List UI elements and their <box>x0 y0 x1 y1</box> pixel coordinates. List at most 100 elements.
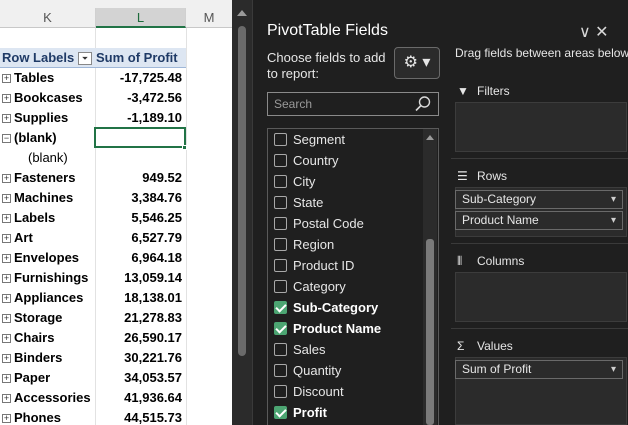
expand-icon[interactable]: + <box>2 314 11 323</box>
row-label[interactable]: + Storage <box>2 308 62 328</box>
table-row[interactable]: + Tables -17,725.48 <box>0 68 232 88</box>
profit-value[interactable]: 13,059.14 <box>96 268 182 288</box>
field-item[interactable]: Profit <box>268 402 438 423</box>
row-labels-header[interactable]: Row Labels <box>2 48 74 68</box>
profit-value[interactable]: 6,964.18 <box>96 248 182 268</box>
sum-of-profit-header[interactable]: Sum of Profit <box>96 48 178 68</box>
expand-icon[interactable]: + <box>2 214 11 223</box>
expand-icon[interactable]: + <box>2 234 11 243</box>
rows-chip-product-name[interactable]: Product Name ▾ <box>455 211 623 230</box>
scroll-thumb[interactable] <box>426 239 434 425</box>
profit-value[interactable]: -3,472.56 <box>96 88 182 108</box>
field-item[interactable]: Country <box>268 150 438 171</box>
chevron-down-icon[interactable]: ▾ <box>611 361 616 378</box>
scroll-up-arrow-icon[interactable] <box>426 135 434 140</box>
row-label[interactable]: + Chairs <box>2 328 54 348</box>
column-header-l[interactable]: L <box>96 8 186 28</box>
expand-icon[interactable]: + <box>2 374 11 383</box>
filters-drop-zone[interactable] <box>455 102 627 152</box>
expand-icon[interactable]: + <box>2 274 11 283</box>
expand-icon[interactable]: + <box>2 334 11 343</box>
row-label[interactable]: (blank) <box>28 148 68 168</box>
profit-value[interactable]: 44,515.73 <box>96 408 182 425</box>
table-row[interactable]: + Furnishings 13,059.14 <box>0 268 232 288</box>
scroll-up-arrow-icon[interactable] <box>237 10 247 16</box>
table-row[interactable]: + Envelopes 6,964.18 <box>0 248 232 268</box>
field-list-scrollbar[interactable] <box>423 129 437 425</box>
profit-value[interactable]: 949.52 <box>96 168 182 188</box>
collapse-icon[interactable]: − <box>2 134 11 143</box>
field-checkbox[interactable] <box>274 406 287 419</box>
expand-icon[interactable]: + <box>2 294 11 303</box>
selected-cell[interactable] <box>94 127 186 148</box>
expand-icon[interactable]: + <box>2 194 11 203</box>
field-checkbox[interactable] <box>274 385 287 398</box>
row-label[interactable]: + Tables <box>2 68 54 88</box>
filter-dropdown-button[interactable]: ⏷ <box>78 52 92 65</box>
spreadsheet-grid[interactable]: K L M Row Labels ⏷ Sum of Profit + Tables… <box>0 0 232 425</box>
expand-icon[interactable]: + <box>2 414 11 423</box>
columns-drop-zone[interactable] <box>455 272 627 322</box>
row-label[interactable]: + Appliances <box>2 288 83 308</box>
profit-value[interactable]: 26,590.17 <box>96 328 182 348</box>
field-checkbox[interactable] <box>274 154 287 167</box>
row-label[interactable]: + Phones <box>2 408 61 425</box>
row-label[interactable]: + Envelopes <box>2 248 79 268</box>
table-row[interactable]: + Bookcases -3,472.56 <box>0 88 232 108</box>
field-checkbox[interactable] <box>274 364 287 377</box>
table-row[interactable]: (blank) <box>0 148 232 168</box>
field-item[interactable]: Region <box>268 234 438 255</box>
profit-value[interactable]: 5,546.25 <box>96 208 182 228</box>
fill-handle[interactable] <box>182 145 187 150</box>
field-checkbox[interactable] <box>274 322 287 335</box>
field-checkbox[interactable] <box>274 343 287 356</box>
field-checkbox[interactable] <box>274 259 287 272</box>
expand-icon[interactable]: + <box>2 254 11 263</box>
profit-value[interactable]: 3,384.76 <box>96 188 182 208</box>
field-checkbox[interactable] <box>274 301 287 314</box>
profit-value[interactable]: -17,725.48 <box>96 68 182 88</box>
profit-value[interactable]: 41,936.64 <box>96 388 182 408</box>
field-item[interactable]: Sales <box>268 339 438 360</box>
expand-icon[interactable]: + <box>2 354 11 363</box>
sheet-vertical-scrollbar[interactable] <box>232 0 252 425</box>
field-search-input[interactable]: Search <box>267 92 439 116</box>
tools-gear-button[interactable]: ⚙ ▾ <box>394 47 440 79</box>
table-row[interactable]: + Fasteners 949.52 <box>0 168 232 188</box>
rows-chip-sub-category[interactable]: Sub-Category ▾ <box>455 190 623 209</box>
table-row[interactable]: + Appliances 18,138.01 <box>0 288 232 308</box>
expand-icon[interactable]: + <box>2 174 11 183</box>
row-label[interactable]: + Supplies <box>2 108 68 128</box>
table-row[interactable]: + Phones 44,515.73 <box>0 408 232 425</box>
row-label[interactable]: + Paper <box>2 368 50 388</box>
values-chip-sum-of-profit[interactable]: Sum of Profit ▾ <box>455 360 623 379</box>
row-label[interactable]: + Art <box>2 228 33 248</box>
field-item[interactable]: State <box>268 192 438 213</box>
table-row[interactable]: + Accessories 41,936.64 <box>0 388 232 408</box>
row-label[interactable]: + Labels <box>2 208 55 228</box>
expand-icon[interactable]: + <box>2 394 11 403</box>
table-row[interactable]: + Machines 3,384.76 <box>0 188 232 208</box>
field-item[interactable]: City <box>268 171 438 192</box>
column-header-k[interactable]: K <box>0 8 96 28</box>
row-label[interactable]: − (blank) <box>2 128 57 148</box>
field-item[interactable]: Discount <box>268 381 438 402</box>
row-label[interactable]: + Machines <box>2 188 73 208</box>
profit-value[interactable]: 34,053.57 <box>96 368 182 388</box>
table-row[interactable]: + Art 6,527.79 <box>0 228 232 248</box>
profit-value[interactable]: 30,221.76 <box>96 348 182 368</box>
scroll-thumb[interactable] <box>238 26 246 356</box>
field-checkbox[interactable] <box>274 175 287 188</box>
table-row[interactable]: + Labels 5,546.25 <box>0 208 232 228</box>
field-item[interactable]: Category <box>268 276 438 297</box>
table-row[interactable]: + Chairs 26,590.17 <box>0 328 232 348</box>
field-checkbox[interactable] <box>274 238 287 251</box>
column-header-m[interactable]: M <box>186 8 232 28</box>
field-checkbox[interactable] <box>274 217 287 230</box>
chevron-down-icon[interactable]: ▾ <box>611 212 616 229</box>
table-row[interactable]: + Paper 34,053.57 <box>0 368 232 388</box>
row-label[interactable]: + Accessories <box>2 388 91 408</box>
expand-icon[interactable]: + <box>2 114 11 123</box>
row-label[interactable]: + Binders <box>2 348 62 368</box>
search-icon[interactable] <box>414 95 432 113</box>
